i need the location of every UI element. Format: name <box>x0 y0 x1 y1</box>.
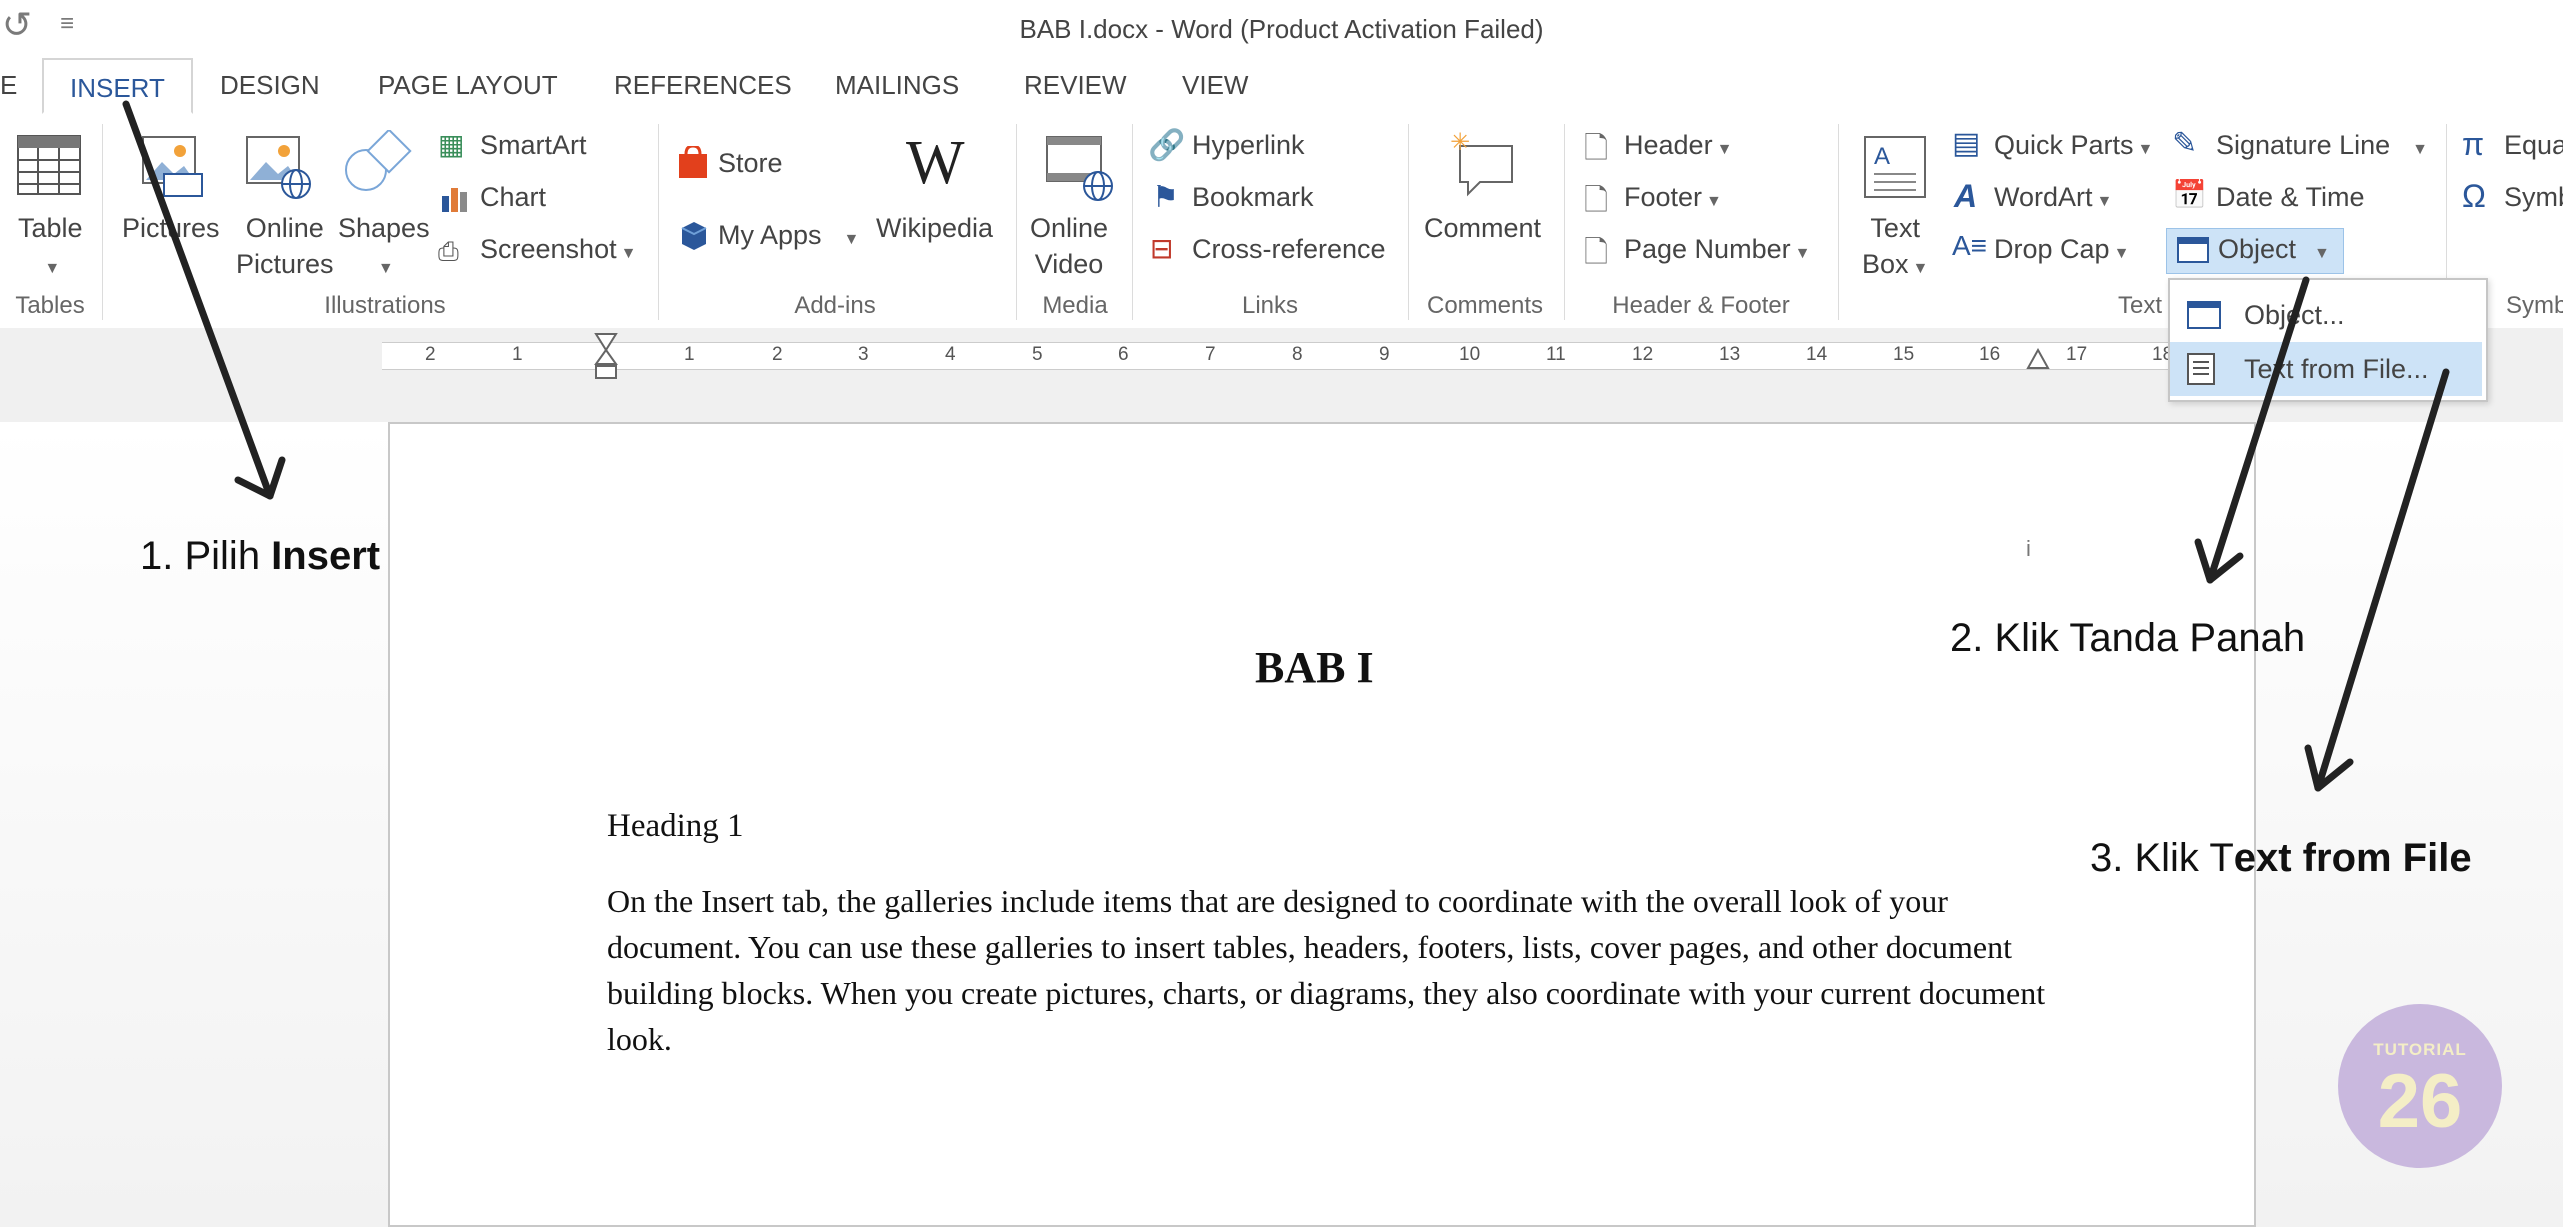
arrow-to-insert-tab <box>122 100 274 500</box>
arrow-to-text-from-file <box>2314 368 2450 792</box>
arrow-to-object-dropdown <box>2206 276 2310 584</box>
tutorial26-logo: TUTORIAL 26 <box>2338 1004 2502 1168</box>
annotation-arrows <box>122 100 2450 792</box>
